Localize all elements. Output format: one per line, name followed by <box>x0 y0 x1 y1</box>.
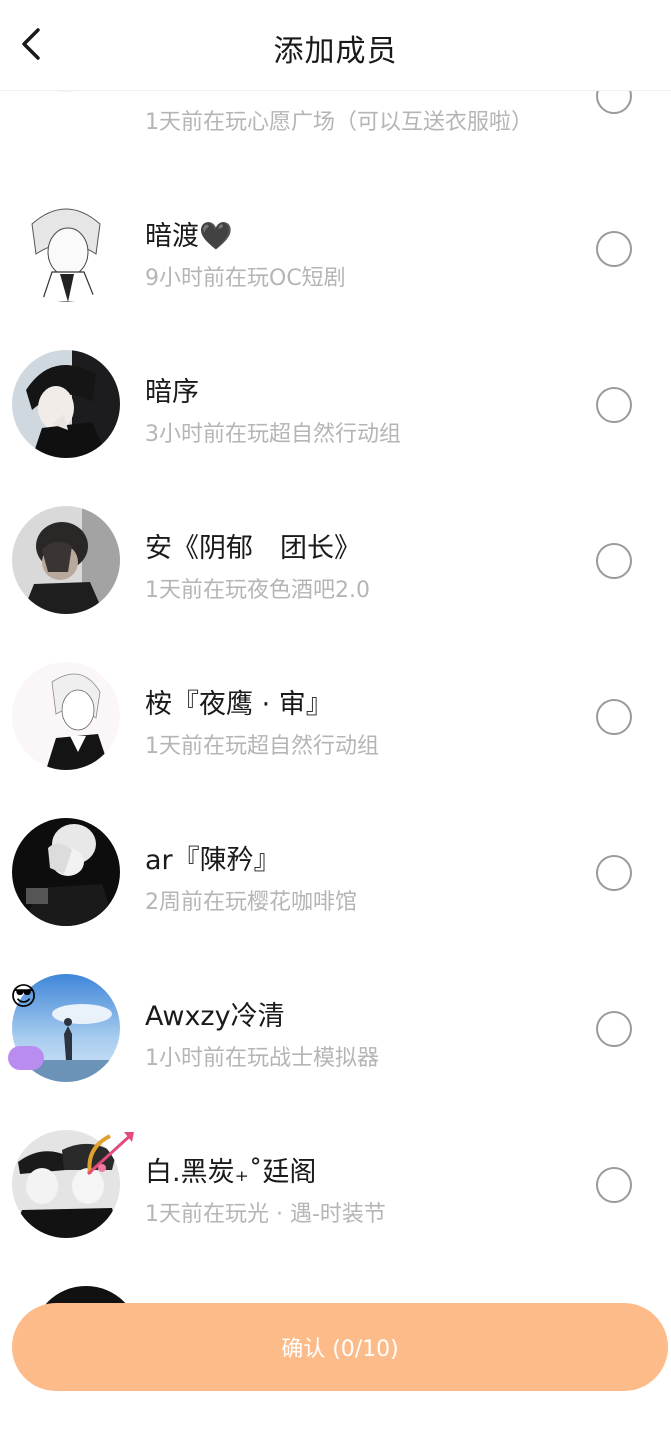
member-activity: 1天前在玩夜色酒吧2.0 <box>145 578 370 603</box>
nav-header: 添加成员 <box>0 0 671 91</box>
member-activity: 2周前在玩樱花咖啡馆 <box>145 890 357 915</box>
member-row[interactable]: ar『陳矜』 2周前在玩樱花咖啡馆 <box>0 796 671 952</box>
select-radio[interactable] <box>596 231 632 267</box>
member-activity: 1小时前在玩战士模拟器 <box>145 1046 379 1071</box>
select-radio[interactable] <box>596 699 632 735</box>
select-radio[interactable] <box>596 1167 632 1203</box>
select-radio[interactable] <box>596 1011 632 1047</box>
member-name: 暗渡🖤 <box>145 221 233 252</box>
member-avatar <box>12 818 120 926</box>
member-activity: 1天前在玩超自然行动组 <box>145 734 379 759</box>
member-activity: 1天前在玩光 · 遇-时装节 <box>145 1202 386 1227</box>
select-radio[interactable] <box>596 543 632 579</box>
member-name: 白.黑炭₊˚廷阁 <box>145 1157 317 1188</box>
member-activity: 1天前在玩心愿广场（可以互送衣服啦） <box>145 110 533 135</box>
member-row[interactable]: 暗渡🖤 9小时前在玩OC短剧 <box>0 172 671 328</box>
sunglasses-emoji-icon: 😎 <box>10 982 38 1012</box>
member-name: 桉『夜鹰 · 审』 <box>145 689 333 720</box>
member-row[interactable]: 白.黑炭₊˚廷阁 1天前在玩光 · 遇-时装节 <box>0 1108 671 1264</box>
member-activity: 3小时前在玩超自然行动组 <box>145 422 401 447</box>
member-name: ar『陳矜』 <box>145 845 281 876</box>
bone-sticker-icon <box>8 1046 44 1070</box>
member-avatar <box>12 506 120 614</box>
confirm-button[interactable]: 确认 (0/10) <box>12 1303 668 1391</box>
member-row[interactable]: 暗序 3小时前在玩超自然行动组 <box>0 328 671 484</box>
member-name: 暗序 <box>145 377 199 408</box>
member-row[interactable]: 😎 Awxzy冷清 1小时前在玩战士模拟器 <box>0 952 671 1108</box>
member-activity: 9小时前在玩OC短剧 <box>145 266 346 291</box>
select-radio[interactable] <box>596 855 632 891</box>
member-row[interactable]: 桉『夜鹰 · 审』 1天前在玩超自然行动组 <box>0 640 671 796</box>
member-avatar <box>12 194 120 302</box>
member-name: 安《阴郁 团长》 <box>145 533 361 564</box>
bow-arrow-sticker-icon <box>86 1132 134 1176</box>
member-name: Awxzy冷清 <box>145 1001 285 1032</box>
select-radio[interactable] <box>596 387 632 423</box>
member-row[interactable]: 安《阴郁 团长》 1天前在玩夜色酒吧2.0 <box>0 484 671 640</box>
add-member-screen: 1天前在玩心愿广场（可以互送衣服啦） 暗渡🖤 9小时前在玩OC短剧 暗序 3小时… <box>0 0 671 1454</box>
page-title: 添加成员 <box>273 34 398 69</box>
member-avatar <box>12 350 120 458</box>
member-avatar <box>12 662 120 770</box>
